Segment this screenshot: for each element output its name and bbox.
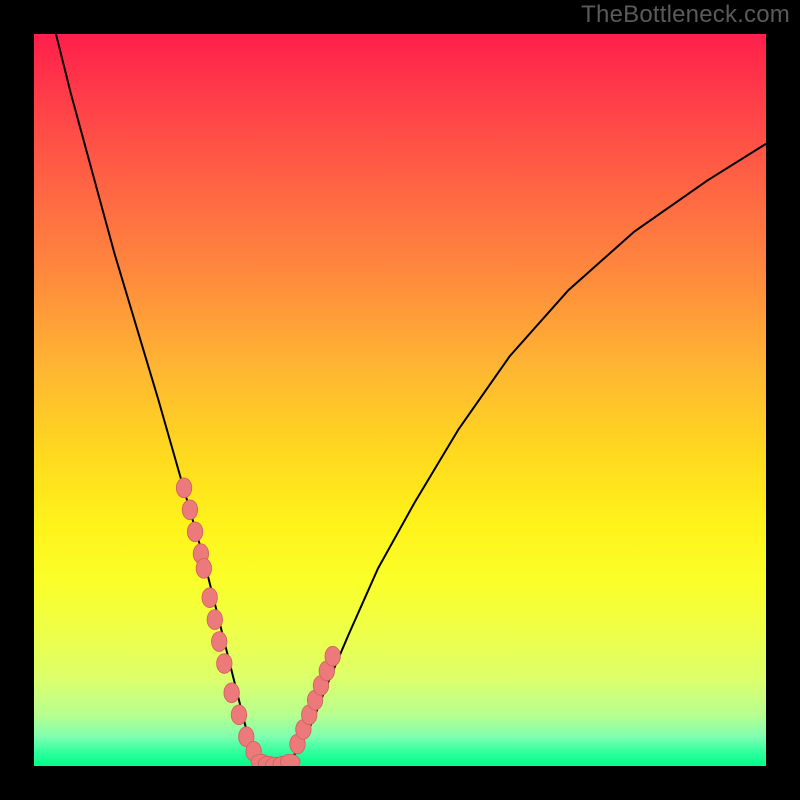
data-markers <box>176 478 340 766</box>
chart-frame: TheBottleneck.com <box>0 0 800 800</box>
bottleneck-curve <box>56 34 766 766</box>
watermark-text: TheBottleneck.com <box>581 1 790 29</box>
chart-svg <box>34 34 766 766</box>
